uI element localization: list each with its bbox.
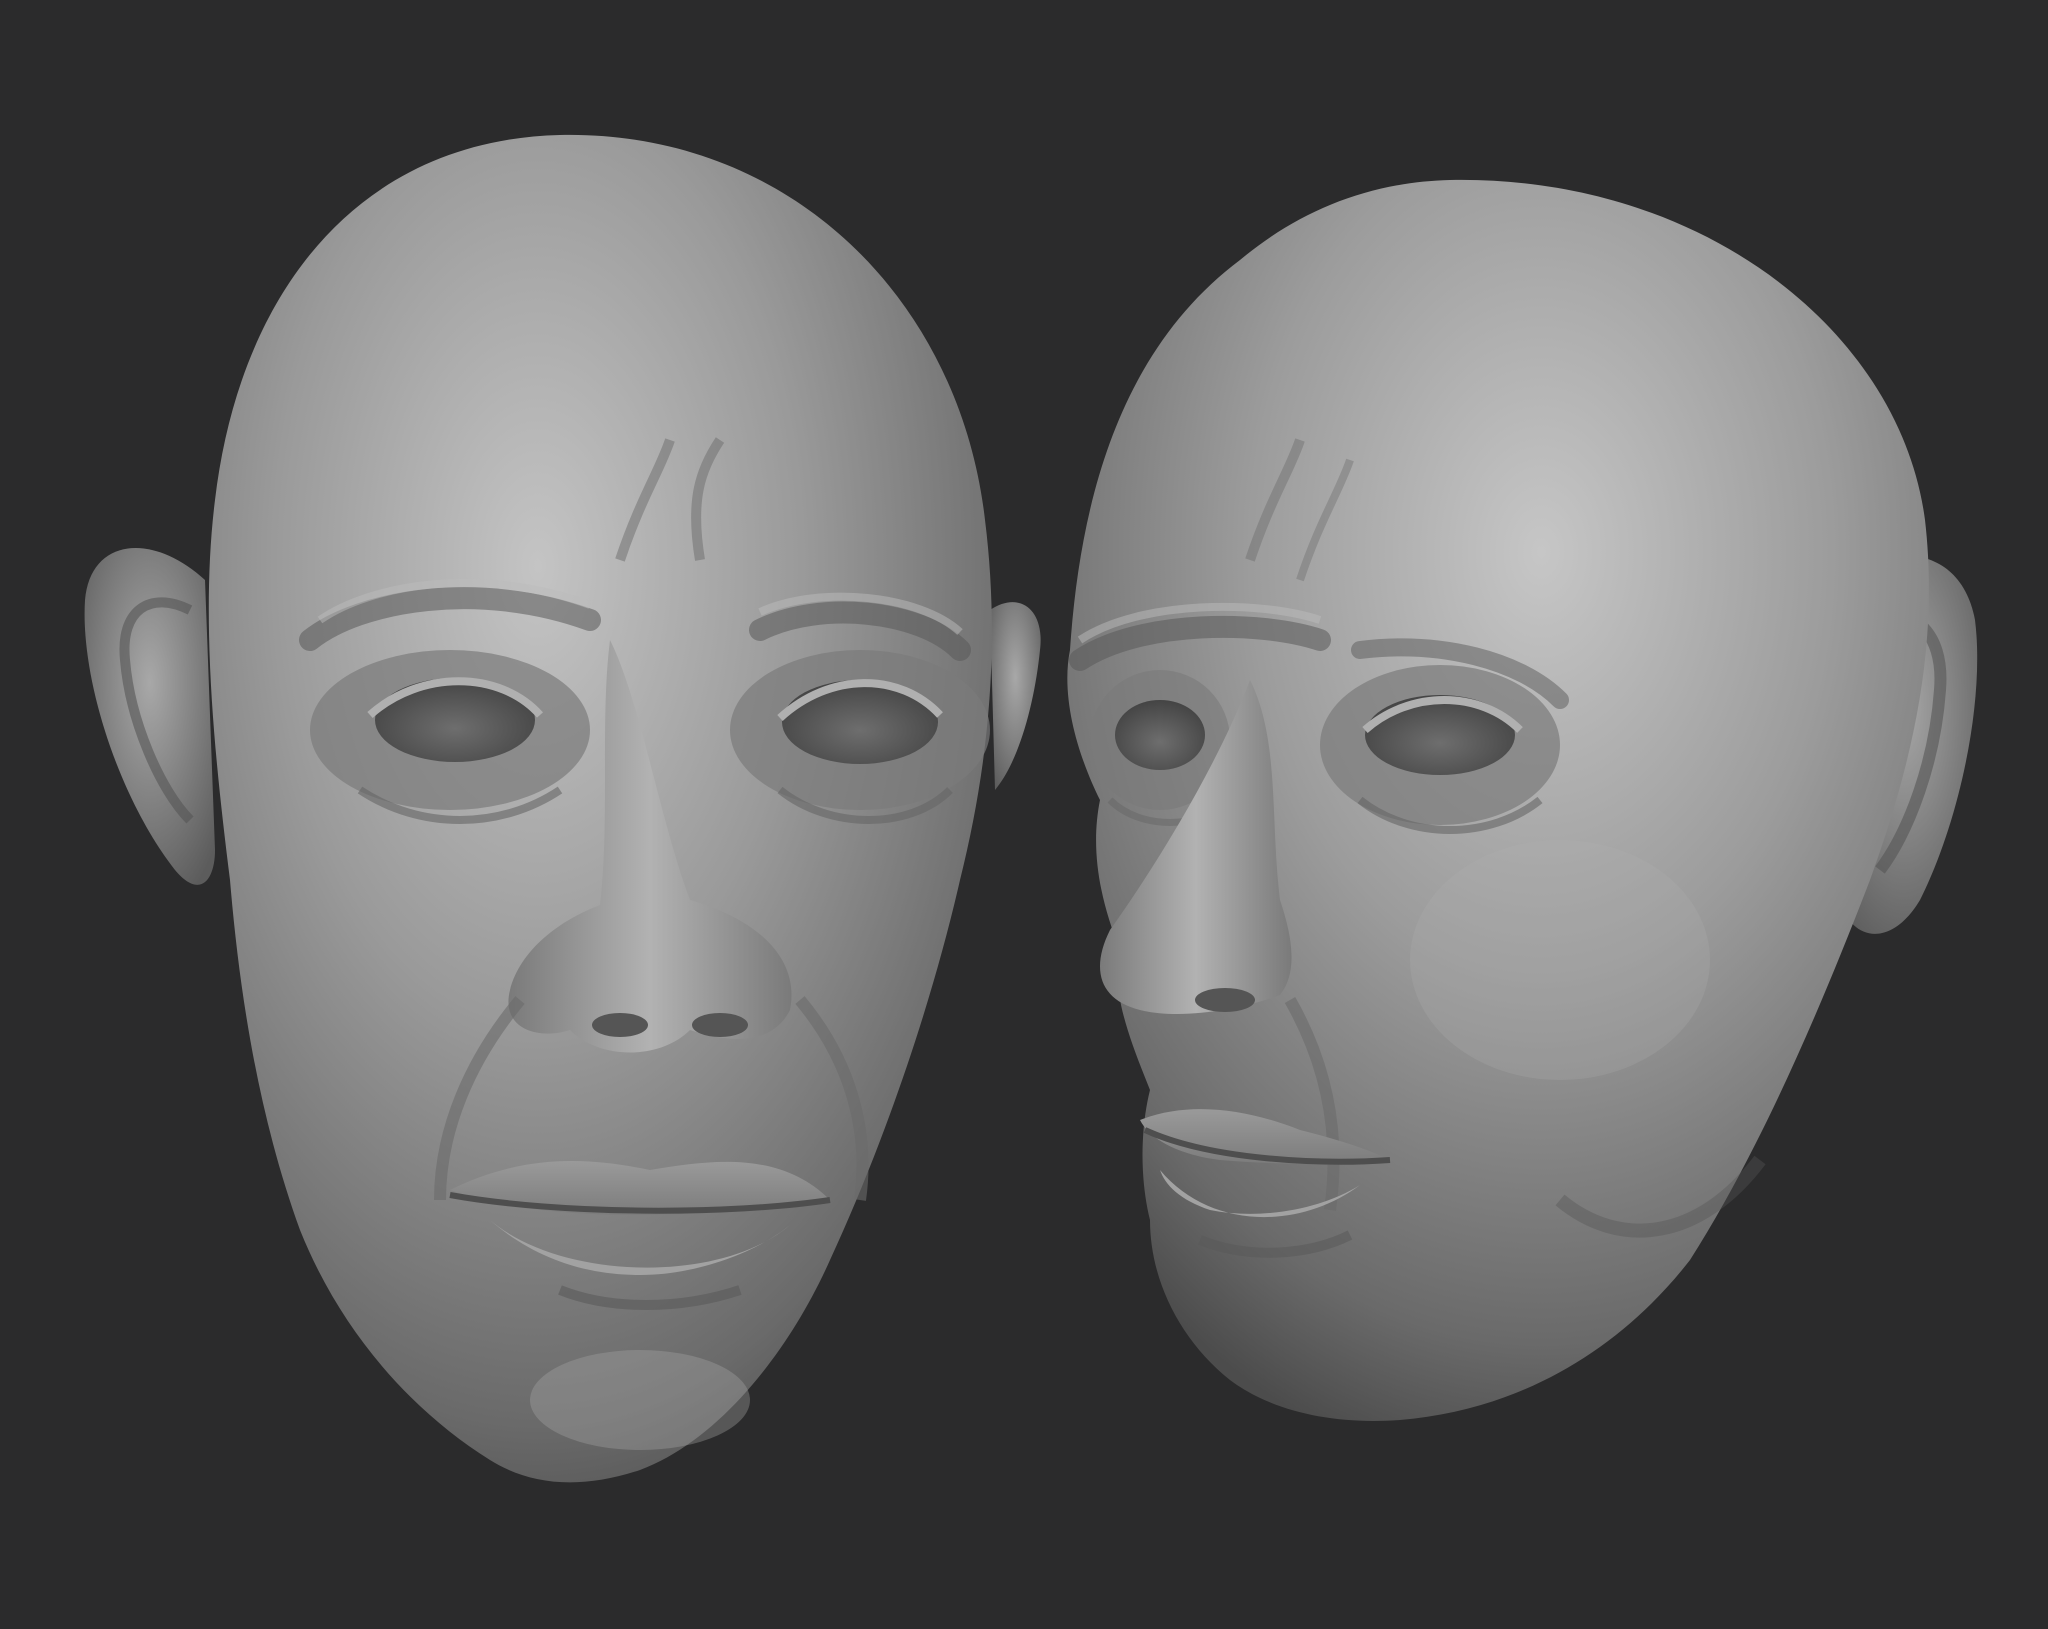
left-ear: [84, 547, 216, 885]
head-front-view[interactable]: [84, 134, 1041, 1483]
right-ear: [990, 602, 1041, 790]
left-eye-3q: [1115, 700, 1205, 770]
head-three-quarter-view[interactable]: [1067, 179, 1978, 1421]
sculpt-viewport[interactable]: [0, 0, 2048, 1629]
viewport-canvas[interactable]: [0, 0, 2048, 1629]
